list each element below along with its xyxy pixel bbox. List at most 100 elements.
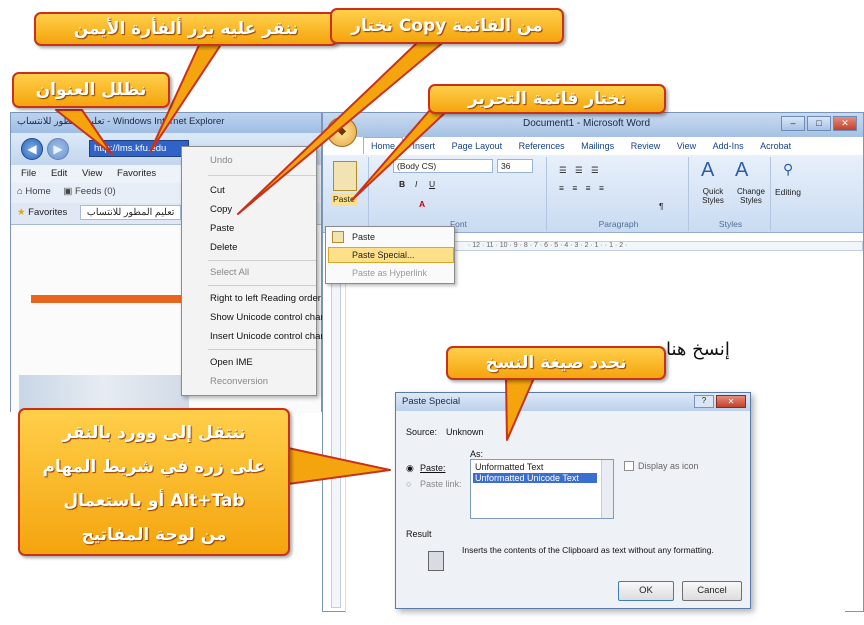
menu-item-rtl[interactable]: Right to left Reading order (210, 293, 321, 304)
maximize-icon[interactable]: □ (807, 116, 831, 131)
list-scrollbar[interactable] (601, 460, 613, 518)
separator (208, 260, 316, 261)
tab-review[interactable]: Review (624, 138, 668, 154)
binoculars-icon[interactable]: ⚲ (783, 161, 793, 178)
clipboard-group: Paste (325, 157, 369, 231)
callout-line-1: ننتقل إلى وورد بالنقر (62, 423, 246, 443)
font-name-field[interactable]: (Body CS) (393, 159, 493, 173)
styles-group: A A Quick Styles Change Styles Styles (691, 157, 771, 231)
document-text: إنسخ هنا (666, 339, 730, 360)
align-icons[interactable]: ≡ ≡ ≡ ≡ (559, 183, 607, 193)
menu-edit[interactable]: Edit (51, 168, 67, 179)
tab-page[interactable]: تعليم المطور للانتساب (79, 205, 182, 220)
underline-icon[interactable]: U (429, 179, 435, 189)
menu-favorites[interactable]: Favorites (117, 168, 156, 179)
menu-item-copy[interactable]: Copy (210, 204, 232, 215)
menu-item-cut[interactable]: Cut (210, 185, 225, 196)
paste-link-radio[interactable]: Paste link: (420, 479, 462, 489)
bold-icon[interactable]: B (399, 179, 405, 189)
pilcrow-icon[interactable]: ¶ (659, 201, 664, 211)
callout-edit-menu: نختار قائمة التحرير (428, 84, 666, 114)
tab-insert[interactable]: Insert (406, 138, 443, 154)
editing-button[interactable]: Editing (775, 187, 801, 197)
separator (208, 349, 316, 350)
ribbon-tabs: Home Insert Page Layout References Maili… (363, 137, 863, 155)
format-unformatted-text[interactable]: Unformatted Text (473, 462, 597, 472)
menu-view[interactable]: View (82, 168, 102, 179)
paste-dropdown: Paste Paste Special... Paste as Hyperlin… (325, 226, 455, 284)
font-color-icon[interactable]: A (419, 199, 425, 209)
menu-item-open-ime[interactable]: Open IME (210, 357, 253, 368)
menu-item-reconversion[interactable]: Reconversion (210, 376, 268, 387)
editing-group: ⚲ Editing (773, 157, 813, 231)
office-button-icon[interactable]: ◆ (327, 117, 357, 147)
source-label: Source: (406, 427, 438, 437)
change-styles-button[interactable]: Change Styles (731, 187, 771, 205)
page-banner (31, 295, 191, 303)
paste-option[interactable]: Paste (352, 232, 375, 242)
vertical-ruler (331, 253, 341, 608)
help-icon[interactable]: ? (694, 395, 714, 408)
word-title: Document1 - Microsoft Word (523, 118, 651, 129)
display-as-icon-label: Display as icon (638, 461, 699, 471)
ok-button[interactable]: OK (618, 581, 674, 601)
feeds-button[interactable]: Feeds (0) (75, 186, 116, 197)
menu-item-select-all[interactable]: Select All (210, 267, 249, 278)
list-icons[interactable]: ☰ ☰ ☰ (559, 165, 602, 176)
ie-title-bar: تعليم المطور للانتساب - Windows Internet… (11, 113, 321, 133)
favorites-button[interactable]: Favorites (28, 207, 67, 218)
paste-button[interactable]: Paste (331, 193, 357, 205)
tab-mailings[interactable]: Mailings (574, 138, 621, 154)
tab-page-layout[interactable]: Page Layout (445, 138, 510, 154)
menu-item-undo[interactable]: Undo (210, 155, 233, 166)
source-value: Unknown (446, 427, 484, 437)
result-label: Result (406, 529, 432, 539)
paste-hyperlink-option[interactable]: Paste as Hyperlink (352, 268, 427, 278)
styles-group-label: Styles (718, 219, 743, 229)
tab-home[interactable]: Home (363, 137, 404, 154)
paste-link-radio-dot[interactable]: ○ (406, 479, 411, 489)
minimize-icon[interactable]: – (781, 116, 805, 131)
paste-radio-dot[interactable]: ◉ (406, 463, 414, 474)
font-size-field[interactable]: 36 (497, 159, 533, 173)
callout-line-2: على زره في شريط المهام (42, 457, 266, 477)
home-button[interactable]: Home (25, 186, 50, 197)
paste-special-option[interactable]: Paste Special... (352, 250, 415, 260)
tab-add-ins[interactable]: Add-Ins (706, 138, 751, 154)
cancel-button[interactable]: Cancel (682, 581, 742, 601)
tab-references[interactable]: References (512, 138, 572, 154)
dialog-close-icon[interactable]: ✕ (716, 395, 746, 408)
paragraph-group: ☰ ☰ ☰ ≡ ≡ ≡ ≡ ¶ Paragraph (549, 157, 689, 231)
clipboard-icon[interactable] (333, 161, 357, 191)
ie-title: تعليم المطور للانتساب - Windows Internet… (17, 116, 225, 127)
change-styles-icon[interactable]: A (735, 159, 748, 182)
callout-right-click: ننقر عليه بزر ألفأرة الأيمن (34, 12, 338, 46)
star-icon: ★ (17, 207, 26, 218)
separator (208, 285, 316, 286)
tab-view[interactable]: View (670, 138, 703, 154)
font-group: (Body CS) 36 B I U A Font (371, 157, 547, 231)
format-unformatted-unicode[interactable]: Unformatted Unicode Text (473, 473, 597, 483)
callout-select-format: نحدد صيغة النسخ (446, 346, 666, 380)
menu-item-delete[interactable]: Delete (210, 242, 237, 253)
back-icon[interactable]: ◀ (21, 138, 43, 160)
clipboard-result-icon (428, 551, 444, 571)
callout-highlight-address: نظلل العنوان (12, 72, 170, 108)
context-menu: Undo Cut Copy Paste Delete Select All Ri… (181, 146, 349, 396)
forward-icon[interactable]: ▶ (47, 138, 69, 160)
quick-styles-icon[interactable]: A (701, 159, 714, 182)
separator (208, 175, 316, 176)
as-label: As: (470, 449, 484, 459)
quick-styles-button[interactable]: Quick Styles (693, 187, 733, 205)
paste-radio[interactable]: Paste: (420, 463, 446, 473)
format-list[interactable]: Unformatted Text Unformatted Unicode Tex… (470, 459, 614, 519)
address-bar[interactable]: http://lms.kfu.edu (89, 140, 189, 157)
tab-acrobat[interactable]: Acrobat (753, 138, 798, 154)
menu-item-paste[interactable]: Paste (210, 223, 234, 234)
close-icon[interactable]: ✕ (833, 116, 857, 131)
feeds-icon[interactable]: ▣ (63, 186, 75, 197)
italic-icon[interactable]: I (415, 179, 417, 189)
result-text: Inserts the contents of the Clipboard as… (462, 545, 714, 555)
menu-file[interactable]: File (21, 168, 36, 179)
display-icon-checkbox[interactable] (624, 461, 634, 471)
